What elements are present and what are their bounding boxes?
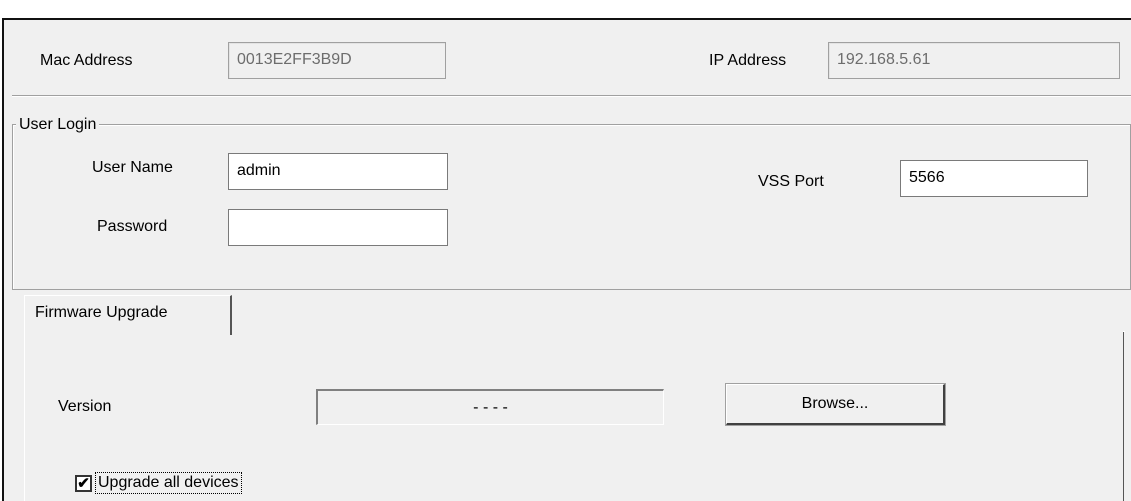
user-login-group	[12, 124, 1131, 290]
password-input[interactable]	[228, 209, 448, 246]
upgrade-all-checkbox[interactable]: ✔	[75, 475, 92, 492]
network-separator	[12, 95, 1131, 97]
mac-address-label: Mac Address	[40, 52, 133, 69]
username-label: User Name	[92, 159, 173, 176]
upgrade-all-label[interactable]: Upgrade all devices	[95, 472, 242, 494]
version-label: Version	[58, 398, 112, 415]
user-login-title: User Login	[16, 115, 100, 135]
tab-firmware-upgrade[interactable]: Firmware Upgrade	[24, 295, 232, 335]
vss-port-input[interactable]: 5566	[900, 160, 1088, 197]
vss-port-label: VSS Port	[758, 173, 824, 190]
password-label: Password	[97, 218, 168, 235]
browse-button[interactable]: Browse...	[725, 383, 946, 426]
mac-address-field: 0013E2FF3B9D	[228, 42, 446, 79]
ip-address-field: 192.168.5.61	[828, 42, 1120, 79]
username-input[interactable]: admin	[228, 153, 448, 190]
ip-address-label: IP Address	[709, 52, 787, 69]
version-field: - - - -	[316, 389, 664, 425]
